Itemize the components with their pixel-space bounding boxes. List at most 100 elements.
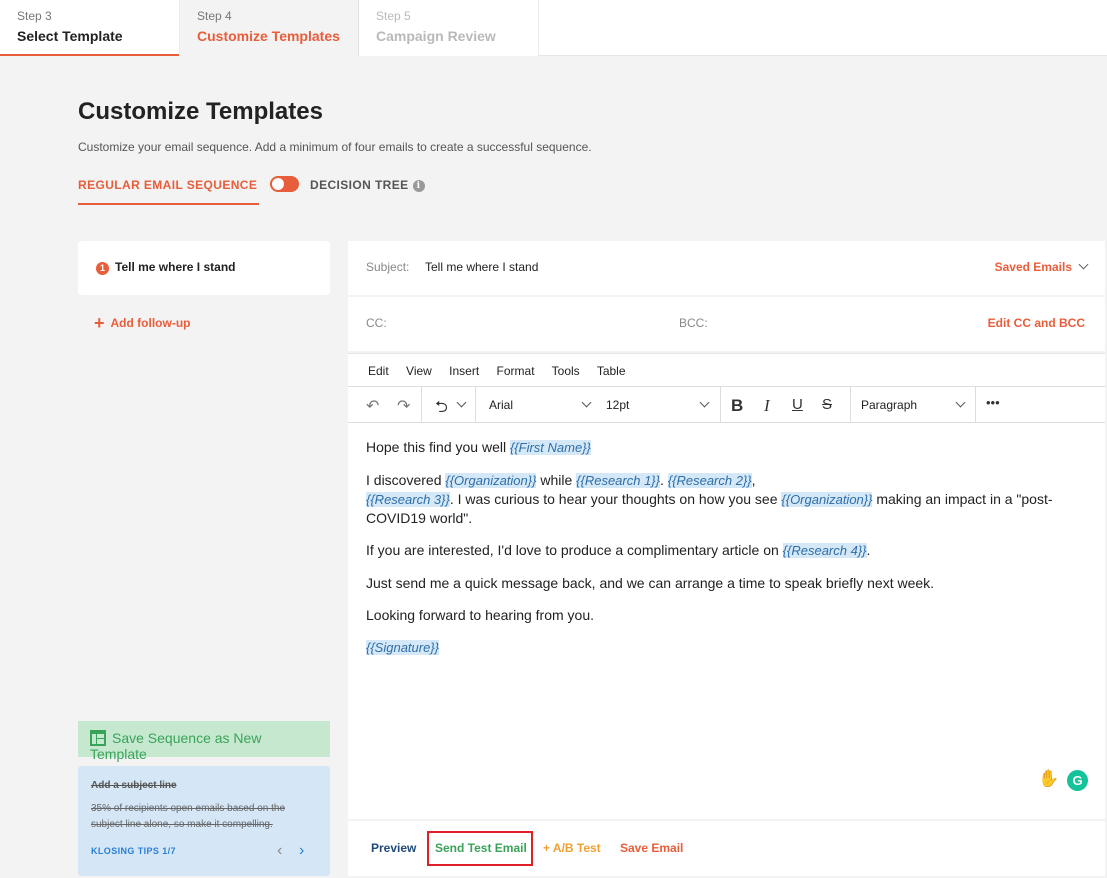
chevron-down-icon[interactable]	[581, 397, 592, 408]
font-family-select[interactable]: Arial	[489, 398, 513, 412]
history-group: ↶ ↷	[348, 387, 422, 422]
grammarly-icon[interactable]: G	[1067, 770, 1088, 791]
step-campaign-review[interactable]: Step 5 Campaign Review	[359, 0, 539, 56]
saved-emails-label: Saved Emails	[994, 260, 1072, 274]
menu-table[interactable]: Table	[597, 364, 626, 378]
merge-token[interactable]: {{Research 2}}	[667, 473, 752, 488]
merge-field-group: ⮌	[422, 387, 476, 422]
undo-icon[interactable]: ↶	[366, 396, 379, 416]
format-group: B I U S	[721, 387, 851, 422]
chevron-down-icon[interactable]	[699, 397, 710, 408]
merge-token[interactable]: {{Research 1}}	[576, 473, 660, 488]
body-paragraph: Hope this find you well {{First Name}}	[366, 438, 1076, 457]
body-text: .	[866, 542, 871, 558]
redo-icon[interactable]: ↷	[397, 396, 410, 416]
more-options-icon[interactable]: •••	[986, 395, 1000, 410]
font-size-select[interactable]: 12pt	[606, 398, 629, 412]
tip-text: 35% of recipients open emails based on t…	[91, 803, 286, 830]
merge-token[interactable]: {{Organization}}	[781, 492, 873, 507]
cc-field[interactable]: CC:	[366, 316, 387, 330]
merge-token[interactable]: {{Organization}}	[445, 473, 537, 488]
edit-cc-bcc-button[interactable]: Edit CC and BCC	[988, 316, 1085, 330]
merge-token[interactable]: {{First Name}}	[509, 440, 591, 455]
chevron-down-icon	[1078, 259, 1089, 270]
email-editor: Edit View Insert Format Tools Table ↶ ↷ …	[348, 353, 1105, 819]
body-paragraph: Just send me a quick message back, and w…	[366, 575, 935, 591]
step-select-template[interactable]: Step 3 Select Template	[0, 0, 179, 56]
menu-format[interactable]: Format	[497, 364, 535, 378]
toggle-knob	[272, 178, 284, 190]
save-sequence-label: Save Sequence as New Template	[90, 730, 262, 762]
sequence-mode-toggle[interactable]	[270, 176, 299, 192]
klosing-tips-panel: Add a subject line 35% of recipients ope…	[78, 766, 330, 876]
cc-row: CC: BCC: Edit CC and BCC	[348, 297, 1105, 351]
subject-input[interactable]: Tell me where I stand	[425, 260, 538, 274]
save-sequence-template-button[interactable]: Save Sequence as New Template	[78, 721, 330, 762]
body-paragraph: {{Signature}}	[366, 638, 1076, 657]
send-test-email-button[interactable]: Send Test Email	[427, 831, 533, 866]
page-description: Customize your email sequence. Add a min…	[78, 140, 592, 154]
menu-insert[interactable]: Insert	[449, 364, 479, 378]
steps-bar: Step 3 Select Template Step 4 Customize …	[0, 0, 1107, 56]
chevron-down-icon[interactable]	[456, 397, 467, 408]
tip-counter: KLOSING TIPS 1/7	[91, 846, 176, 856]
font-group: Arial 12pt	[476, 387, 721, 422]
tip-title: Add a subject line	[91, 780, 177, 791]
regular-sequence-tab[interactable]: REGULAR EMAIL SEQUENCE	[78, 176, 259, 205]
template-icon	[90, 730, 106, 746]
body-paragraph: I discovered {{Organization}} while {{Re…	[366, 471, 1076, 527]
step-number: Step 3	[17, 9, 52, 23]
italic-button[interactable]: I	[764, 396, 770, 416]
merge-token[interactable]: {{Research 3}}	[366, 492, 450, 507]
step-name: Customize Templates	[197, 28, 340, 44]
decision-tree-tab[interactable]: DECISION TREE i	[310, 176, 425, 192]
merge-token[interactable]: {{Research 4}}	[782, 543, 867, 558]
step-number: Step 5	[376, 9, 411, 23]
info-icon[interactable]: i	[412, 180, 425, 192]
email-body[interactable]: Hope this find you well {{First Name}} I…	[366, 438, 1076, 671]
subject-row: Subject: Tell me where I stand Saved Ema…	[348, 241, 1105, 295]
menu-edit[interactable]: Edit	[368, 364, 389, 378]
add-follow-up-button[interactable]: + Add follow-up	[94, 313, 191, 334]
preview-button[interactable]: Preview	[371, 841, 416, 855]
body-paragraph: Looking forward to hearing from you.	[366, 607, 595, 623]
chevron-left-icon[interactable]: ‹	[277, 842, 282, 860]
body-paragraph: If you are interested, I'd love to produ…	[366, 541, 1076, 560]
bcc-field[interactable]: BCC:	[679, 316, 708, 330]
plus-icon: +	[94, 313, 105, 333]
editor-menubar: Edit View Insert Format Tools Table	[348, 354, 1105, 387]
chevron-down-icon[interactable]	[955, 397, 966, 408]
save-email-button[interactable]: Save Email	[620, 841, 683, 855]
bold-button[interactable]: B	[731, 396, 743, 416]
handshake-icon[interactable]: ✋	[1038, 769, 1059, 789]
step-name: Campaign Review	[376, 28, 496, 44]
menu-view[interactable]: View	[406, 364, 432, 378]
body-text: . I was curious to hear your thoughts on…	[449, 491, 782, 507]
decision-tree-label: DECISION TREE	[310, 178, 409, 192]
page-title: Customize Templates	[78, 98, 323, 125]
merge-field-icon[interactable]: ⮌	[435, 396, 448, 423]
add-follow-up-label: Add follow-up	[110, 316, 191, 330]
body-text: .	[660, 472, 668, 488]
step-customize-templates[interactable]: Step 4 Customize Templates	[179, 0, 359, 56]
block-group: Paragraph	[851, 387, 976, 422]
strikethrough-button[interactable]: S	[822, 396, 832, 413]
step-name: Select Template	[17, 28, 123, 44]
body-text: while	[536, 472, 577, 488]
sequence-item[interactable]: 1 Tell me where I stand	[78, 241, 330, 295]
step-number: Step 4	[197, 9, 232, 23]
body-text: ,	[751, 472, 756, 488]
chevron-right-icon[interactable]: ›	[299, 842, 304, 860]
menu-tools[interactable]: Tools	[552, 364, 580, 378]
body-text: I discovered	[366, 472, 446, 488]
sequence-item-label: Tell me where I stand	[115, 260, 236, 274]
ab-test-button[interactable]: + A/B Test	[543, 841, 601, 855]
sequence-item-index: 1	[96, 262, 109, 275]
editor-toolbar: ↶ ↷ ⮌ Arial 12pt B I U S Paragraph •••	[348, 387, 1105, 423]
email-action-bar: Preview Send Test Email + A/B Test Save …	[348, 821, 1105, 876]
subject-label: Subject:	[366, 260, 410, 274]
underline-button[interactable]: U	[792, 396, 803, 413]
saved-emails-dropdown[interactable]: Saved Emails	[994, 259, 1089, 274]
block-format-select[interactable]: Paragraph	[861, 398, 917, 412]
merge-token[interactable]: {{Signature}}	[366, 640, 440, 655]
